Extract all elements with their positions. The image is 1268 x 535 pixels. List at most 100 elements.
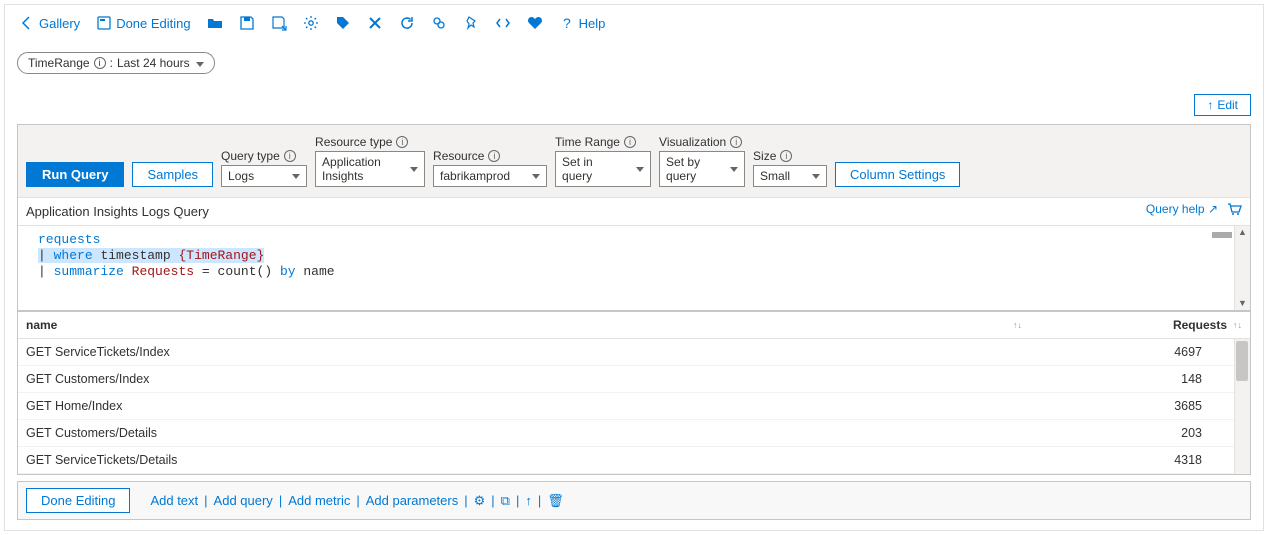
- help-link[interactable]: ? Help: [553, 11, 612, 35]
- cell-name: GET Customers/Details: [18, 420, 1030, 446]
- table-row[interactable]: GET ServiceTickets/Details4318: [18, 447, 1250, 474]
- add-parameters-link[interactable]: Add parameters: [366, 493, 459, 508]
- chevron-down-icon: [728, 164, 738, 175]
- size-control: Sizei Small: [753, 149, 827, 187]
- edit-row: ↑ Edit: [5, 94, 1263, 124]
- cell-requests: 4697: [1030, 339, 1250, 365]
- chevron-down-icon: [408, 164, 418, 175]
- cell-requests: 148: [1030, 366, 1250, 392]
- run-query-button[interactable]: Run Query: [26, 162, 124, 187]
- heart-button[interactable]: [521, 11, 549, 35]
- timerange-pill[interactable]: TimeRange i : Last 24 hours: [17, 52, 215, 74]
- cell-requests: 3685: [1030, 393, 1250, 419]
- visualization-dropdown[interactable]: Set by query: [659, 151, 745, 187]
- size-dropdown[interactable]: Small: [753, 165, 827, 187]
- cart-icon[interactable]: [1226, 201, 1242, 217]
- sort-icon: ↑↓: [1233, 320, 1242, 330]
- footer-toolbar: Done Editing Add text| Add query| Add me…: [17, 481, 1251, 520]
- code-button[interactable]: [489, 11, 517, 35]
- save-button[interactable]: [233, 11, 261, 35]
- col-header-name[interactable]: name ↑↓: [18, 312, 1030, 338]
- table-row[interactable]: GET ServiceTickets/Index4697: [18, 339, 1250, 366]
- copy-icon[interactable]: ⧉: [501, 493, 510, 509]
- clone-button[interactable]: [425, 11, 453, 35]
- results-scrollbar[interactable]: [1234, 339, 1250, 474]
- delete-icon[interactable]: 🗑: [547, 493, 564, 509]
- table-row[interactable]: GET Customers/Index148: [18, 366, 1250, 393]
- resource-type-control: Resource type i Application Insights: [315, 135, 425, 187]
- time-range-dropdown[interactable]: Set in query: [555, 151, 651, 187]
- token-table: requests: [38, 232, 100, 247]
- edit-button[interactable]: ↑ Edit: [1194, 94, 1251, 116]
- timerange-pill-name: TimeRange: [28, 56, 90, 70]
- help-icon: ?: [559, 15, 575, 31]
- scroll-down-icon[interactable]: ▼: [1238, 299, 1247, 308]
- settings-button[interactable]: [297, 11, 325, 35]
- query-panel: Run Query Samples Query type i Logs Resou…: [17, 124, 1251, 312]
- query-help-link[interactable]: Query help ↗: [1146, 202, 1218, 216]
- gear-icon: [303, 15, 319, 31]
- move-up-icon[interactable]: ↑: [525, 493, 532, 508]
- edit-button-label: Edit: [1217, 98, 1238, 112]
- add-text-link[interactable]: Add text: [150, 493, 198, 508]
- done-editing-label: Done Editing: [116, 16, 190, 31]
- edit-arrow-icon: ↑: [1207, 98, 1213, 112]
- pin-button[interactable]: [457, 11, 485, 35]
- done-editing-icon: [96, 15, 112, 31]
- clear-button[interactable]: [361, 11, 389, 35]
- app-shell: Gallery Done Editing ? Help TimeRange i …: [4, 4, 1264, 531]
- info-icon: i: [730, 136, 742, 148]
- results-header: name ↑↓ Requests ↑↓: [18, 312, 1250, 339]
- query-editor[interactable]: requests | where timestamp {TimeRange} |…: [18, 226, 1250, 310]
- chevron-down-icon: [530, 171, 540, 182]
- pin-icon: [463, 15, 479, 31]
- resource-dropdown[interactable]: fabrikamprod: [433, 165, 547, 187]
- folder-icon: [207, 15, 223, 31]
- svg-text:?: ?: [563, 15, 571, 31]
- clone-icon: [431, 15, 447, 31]
- add-query-link[interactable]: Add query: [214, 493, 273, 508]
- heart-icon: [527, 15, 543, 31]
- table-row[interactable]: GET Customers/Details203: [18, 420, 1250, 447]
- done-editing-top[interactable]: Done Editing: [90, 11, 196, 35]
- save-icon: [239, 15, 255, 31]
- timerange-pill-value: Last 24 hours: [117, 56, 190, 70]
- chevron-down-icon: [290, 171, 300, 182]
- help-label: Help: [579, 16, 606, 31]
- resource-type-label: Resource type: [315, 135, 392, 149]
- done-editing-bottom[interactable]: Done Editing: [26, 488, 130, 513]
- info-icon: i: [284, 150, 296, 162]
- resource-type-dropdown[interactable]: Application Insights: [315, 151, 425, 187]
- gallery-link[interactable]: Gallery: [13, 11, 86, 35]
- open-button[interactable]: [201, 11, 229, 35]
- external-link-icon: ↗: [1208, 202, 1218, 216]
- cell-name: GET Customers/Index: [18, 366, 1030, 392]
- sort-icon: ↑↓: [1013, 320, 1022, 330]
- scroll-up-icon[interactable]: ▲: [1238, 228, 1247, 237]
- query-type-dropdown[interactable]: Logs: [221, 165, 307, 187]
- query-title-row: Application Insights Logs Query Query he…: [18, 197, 1250, 225]
- samples-button[interactable]: Samples: [132, 162, 213, 187]
- refresh-button[interactable]: [393, 11, 421, 35]
- time-range-label: Time Range: [555, 135, 620, 149]
- editor-scrollbar[interactable]: ▲ ▼: [1234, 226, 1250, 310]
- info-icon: i: [780, 150, 792, 162]
- results-grid: name ↑↓ Requests ↑↓ GET ServiceTickets/I…: [17, 312, 1251, 475]
- column-settings-button[interactable]: Column Settings: [835, 162, 960, 187]
- saveas-icon: [271, 15, 287, 31]
- query-type-control: Query type i Logs: [221, 149, 307, 187]
- scroll-thumb[interactable]: [1236, 341, 1248, 381]
- add-metric-link[interactable]: Add metric: [288, 493, 350, 508]
- table-row[interactable]: GET Home/Index3685: [18, 393, 1250, 420]
- query-help-row: Query help ↗: [1146, 201, 1242, 217]
- saveas-button[interactable]: [265, 11, 293, 35]
- cell-name: GET ServiceTickets/Details: [18, 447, 1030, 473]
- cell-requests: 4318: [1030, 447, 1250, 473]
- gear-icon[interactable]: ⚙: [474, 493, 486, 509]
- tag-button[interactable]: [329, 11, 357, 35]
- col-header-requests[interactable]: Requests ↑↓: [1030, 312, 1250, 338]
- info-icon: i: [488, 150, 500, 162]
- query-type-label: Query type: [221, 149, 280, 163]
- results-body: GET ServiceTickets/Index4697GET Customer…: [18, 339, 1250, 474]
- info-icon: i: [396, 136, 408, 148]
